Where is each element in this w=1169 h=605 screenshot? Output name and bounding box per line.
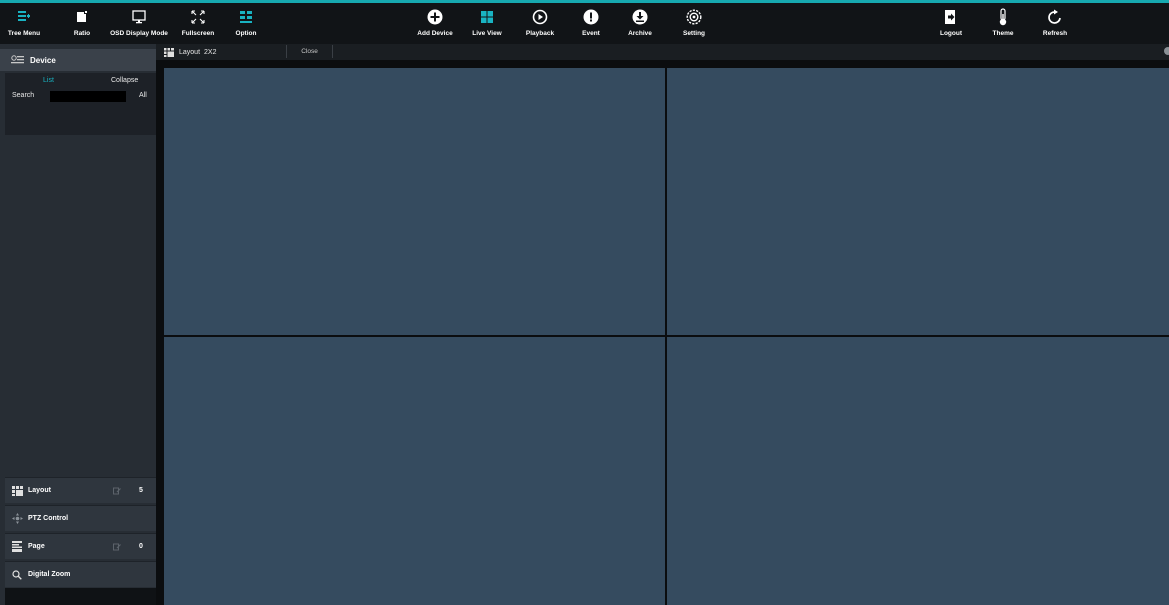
- device-list-icon: [11, 55, 24, 64]
- tab-collapse[interactable]: Collapse: [111, 77, 138, 84]
- live-view-button[interactable]: Live View: [471, 6, 503, 42]
- archive-icon: [632, 6, 648, 28]
- playback-button[interactable]: Playback: [524, 6, 556, 42]
- sidebar-footer: [5, 588, 156, 605]
- option-icon: [239, 6, 253, 28]
- live-view-label: Live View: [472, 30, 502, 37]
- ratio-icon: [76, 6, 88, 28]
- tree-menu-label: Tree Menu: [7, 30, 41, 37]
- edit-icon[interactable]: [113, 487, 121, 497]
- layout-count: 5: [139, 487, 143, 494]
- device-panel: List Collapse Search All: [5, 73, 156, 135]
- sidebar-item-digital-zoom[interactable]: Digital Zoom: [5, 561, 156, 587]
- sidebar-item-label: Page: [28, 543, 45, 550]
- layout-tab-label: Layout: [179, 48, 201, 56]
- digital-zoom-icon: [11, 569, 23, 581]
- sidebar: Device List Collapse Search All Layout 5…: [0, 44, 156, 605]
- ratio-label: Ratio: [73, 30, 91, 37]
- refresh-icon: [1047, 6, 1063, 28]
- archive-label: Archive: [628, 30, 652, 37]
- layout-icon: [11, 485, 23, 497]
- search-all-button[interactable]: All: [139, 92, 147, 99]
- event-icon: [583, 6, 599, 28]
- add-device-icon: [427, 6, 443, 28]
- device-title: Device: [30, 55, 56, 65]
- osd-display-mode-button[interactable]: OSD Display Mode: [110, 6, 168, 42]
- sidebar-item-page[interactable]: Page 0: [5, 533, 156, 559]
- tree-menu-icon: [18, 6, 30, 28]
- close-tab-button[interactable]: Close: [286, 45, 333, 58]
- search-label: Search: [12, 92, 35, 99]
- layout-tab-value: 2X2: [204, 48, 217, 56]
- setting-icon: [686, 6, 702, 28]
- toolbar: Tree Menu Ratio OSD Display Mode Fullscr…: [0, 3, 1169, 44]
- osd-display-icon: [132, 6, 146, 28]
- osd-display-mode-label: OSD Display Mode: [110, 30, 168, 37]
- logout-label: Logout: [939, 30, 963, 37]
- page-icon: [11, 541, 23, 553]
- video-pane-4[interactable]: [667, 337, 1169, 605]
- fullscreen-button[interactable]: Fullscreen: [180, 6, 216, 42]
- tree-menu-button[interactable]: Tree Menu: [7, 6, 41, 42]
- refresh-label: Refresh: [1042, 30, 1068, 37]
- search-input[interactable]: [50, 91, 126, 102]
- video-grid: [156, 60, 1169, 605]
- ptz-control-icon: [11, 513, 23, 525]
- theme-label: Theme: [992, 30, 1014, 37]
- setting-label: Setting: [682, 30, 706, 37]
- layout-grid-icon: [164, 47, 174, 57]
- layout-tabbar: Layout 2X2 Close: [156, 44, 1169, 60]
- sidebar-item-ptz-control[interactable]: PTZ Control: [5, 505, 156, 531]
- fullscreen-icon: [191, 6, 205, 28]
- edit-icon[interactable]: [113, 543, 121, 553]
- layout-tab[interactable]: Layout 2X2: [164, 46, 217, 58]
- video-pane-2[interactable]: [667, 68, 1169, 335]
- logout-button[interactable]: Logout: [939, 6, 963, 42]
- video-pane-1[interactable]: [164, 68, 665, 335]
- refresh-button[interactable]: Refresh: [1040, 6, 1070, 42]
- sidebar-item-label: Layout: [28, 487, 51, 494]
- theme-button[interactable]: Theme: [990, 6, 1016, 42]
- live-view-icon: [480, 6, 494, 28]
- fullscreen-label: Fullscreen: [181, 30, 215, 37]
- add-device-label: Add Device: [417, 30, 453, 37]
- scroll-indicator-icon[interactable]: [1164, 47, 1169, 55]
- event-button[interactable]: Event: [579, 6, 603, 42]
- playback-icon: [532, 6, 548, 28]
- option-button[interactable]: Option: [234, 6, 258, 42]
- playback-label: Playback: [525, 30, 555, 37]
- logout-icon: [944, 6, 958, 28]
- add-device-button[interactable]: Add Device: [416, 6, 454, 42]
- tab-list[interactable]: List: [43, 77, 54, 84]
- sidebar-item-label: Digital Zoom: [28, 571, 71, 578]
- device-header[interactable]: Device: [0, 49, 156, 71]
- archive-button[interactable]: Archive: [628, 6, 652, 42]
- option-label: Option: [235, 30, 257, 37]
- setting-button[interactable]: Setting: [681, 6, 707, 42]
- sidebar-item-label: PTZ Control: [28, 515, 69, 522]
- video-pane-3[interactable]: [164, 337, 665, 605]
- sidebar-item-layout[interactable]: Layout 5: [5, 477, 156, 503]
- ratio-button[interactable]: Ratio: [70, 6, 94, 42]
- theme-icon: [998, 6, 1008, 28]
- event-label: Event: [582, 30, 600, 37]
- page-count: 0: [139, 543, 143, 550]
